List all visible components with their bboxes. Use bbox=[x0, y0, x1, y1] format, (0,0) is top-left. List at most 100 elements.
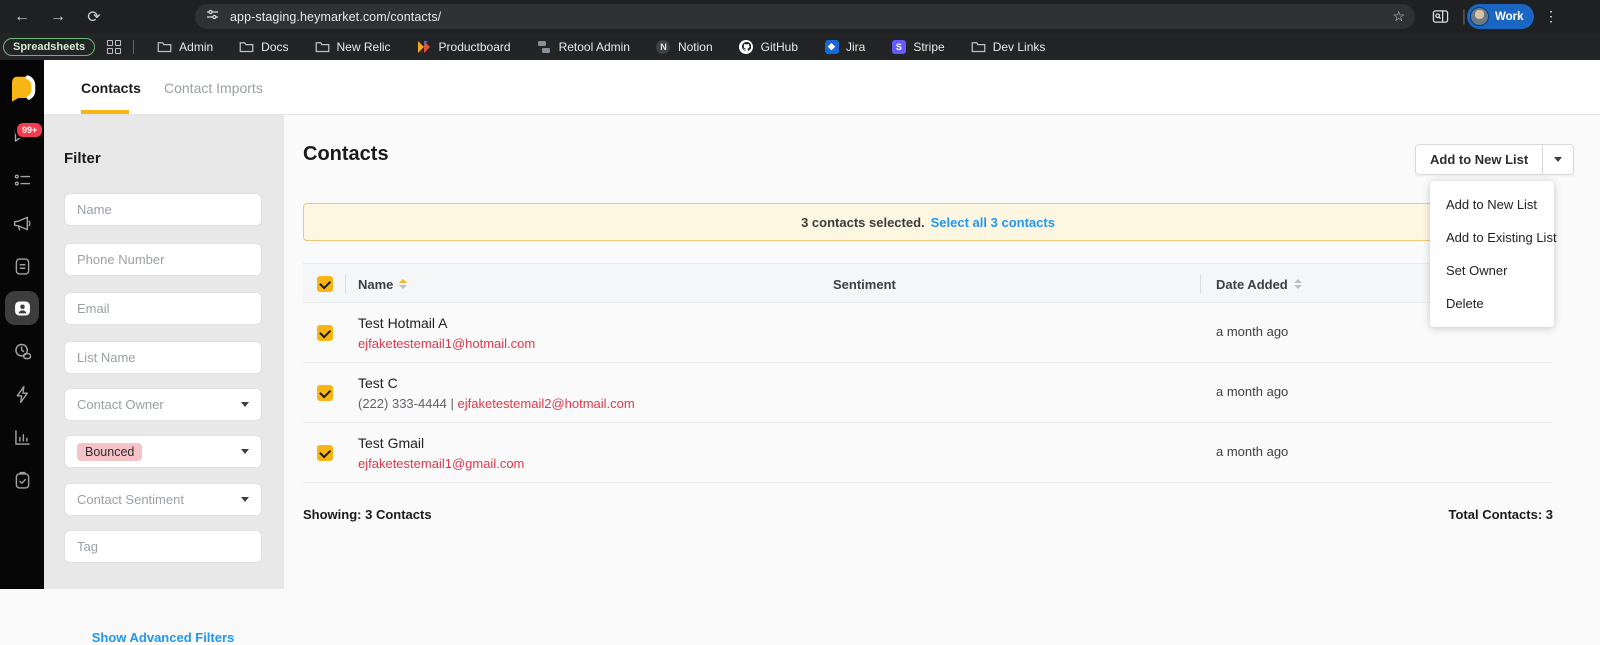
tasks-icon[interactable] bbox=[12, 470, 33, 491]
filter-status-select[interactable]: Bounced bbox=[64, 435, 262, 468]
scheduled-icon[interactable] bbox=[12, 341, 33, 362]
column-date-added[interactable]: Date Added bbox=[1216, 264, 1302, 304]
table-row[interactable]: Test Gmail ejfaketestemail1@gmail.com a … bbox=[303, 423, 1553, 483]
contacts-icon-active[interactable] bbox=[5, 291, 39, 325]
folder-icon bbox=[971, 39, 986, 54]
profile-button[interactable]: Work bbox=[1467, 4, 1534, 29]
select-all-link[interactable]: Select all 3 contacts bbox=[931, 215, 1055, 230]
bookmark-admin[interactable]: Admin bbox=[144, 33, 226, 60]
contact-name[interactable]: Test C bbox=[358, 375, 398, 391]
date-added: a month ago bbox=[1216, 324, 1289, 339]
menu-item-add-to-new-list[interactable]: Add to New List bbox=[1430, 188, 1554, 221]
tab-contacts[interactable]: Contacts bbox=[81, 60, 141, 115]
bookmarks-bar: Spreadsheets Admin Docs New Relic Produc… bbox=[0, 33, 1600, 60]
bookmark-notion[interactable]: N Notion bbox=[643, 33, 726, 60]
row-checkbox[interactable] bbox=[317, 325, 333, 341]
app-sidebar: 99+ bbox=[0, 60, 45, 589]
bookmark-jira[interactable]: ◆ Jira bbox=[811, 33, 878, 60]
column-name[interactable]: Name bbox=[358, 264, 408, 304]
row-checkbox[interactable] bbox=[317, 445, 333, 461]
filter-list-input[interactable] bbox=[64, 341, 262, 374]
contact-name[interactable]: Test Hotmail A bbox=[358, 315, 447, 331]
filter-phone-input[interactable] bbox=[64, 243, 262, 276]
bookmark-retool-admin[interactable]: Retool Admin bbox=[524, 33, 643, 60]
notion-icon: N bbox=[656, 39, 671, 54]
reload-icon[interactable]: ⟳ bbox=[82, 0, 106, 33]
menu-item-set-owner[interactable]: Set Owner bbox=[1430, 254, 1554, 287]
jira-icon: ◆ bbox=[824, 39, 839, 54]
show-advanced-filters-link[interactable]: Show Advanced Filters bbox=[64, 630, 262, 645]
templates-icon[interactable] bbox=[12, 256, 33, 277]
select-all-checkbox[interactable] bbox=[317, 276, 333, 292]
app-header: Contacts Contact Imports bbox=[44, 60, 1600, 115]
avatar bbox=[1470, 7, 1489, 26]
add-to-list-menu: Add to New List Add to Existing List Set… bbox=[1430, 181, 1557, 327]
bookmark-github[interactable]: GitHub bbox=[726, 33, 811, 60]
sort-name-icon[interactable] bbox=[399, 279, 408, 289]
sort-date-icon[interactable] bbox=[1293, 279, 1302, 289]
chevron-down-icon bbox=[241, 402, 249, 407]
menu-item-delete[interactable]: Delete bbox=[1430, 287, 1554, 320]
contact-email[interactable]: ejfaketestemail2@hotmail.com bbox=[458, 396, 635, 411]
add-to-new-list-button[interactable]: Add to New List bbox=[1415, 144, 1544, 175]
filter-sentiment-select[interactable]: Contact Sentiment bbox=[64, 483, 262, 516]
filter-tag-input[interactable] bbox=[64, 530, 262, 563]
retool-icon bbox=[537, 39, 552, 54]
contact-email[interactable]: ejfaketestemail1@hotmail.com bbox=[358, 336, 535, 351]
contact-detail: ejfaketestemail1@hotmail.com bbox=[358, 336, 535, 351]
contact-name[interactable]: Test Gmail bbox=[358, 435, 424, 451]
contact-detail: ejfaketestemail1@gmail.com bbox=[358, 456, 524, 471]
bookmark-dev-links[interactable]: Dev Links bbox=[958, 33, 1059, 60]
main-content: Contacts Add to New List 3 contacts sele… bbox=[284, 115, 1600, 589]
browser-toolbar: ← → ⟳ app-staging.heymarket.com/contacts… bbox=[0, 0, 1600, 33]
bookmark-docs[interactable]: Docs bbox=[226, 33, 301, 60]
showing-count: Showing: 3 Contacts bbox=[303, 507, 432, 522]
filter-email-input[interactable] bbox=[64, 292, 262, 325]
add-to-list-dropdown-toggle[interactable] bbox=[1543, 144, 1575, 175]
tab-group-spreadsheets[interactable]: Spreadsheets bbox=[3, 37, 96, 56]
chevron-down-icon bbox=[241, 449, 249, 454]
column-sentiment: Sentiment bbox=[833, 276, 896, 292]
bookmark-productboard[interactable]: Productboard bbox=[404, 33, 524, 60]
bookmark-stripe[interactable]: S Stripe bbox=[878, 33, 957, 60]
table-row[interactable]: Test C (222) 333-4444 | ejfaketestemail2… bbox=[303, 363, 1553, 423]
bookmark-new-relic[interactable]: New Relic bbox=[302, 33, 404, 60]
productboard-icon bbox=[417, 39, 432, 54]
forward-icon[interactable]: → bbox=[46, 0, 70, 33]
bookmarks-divider bbox=[133, 39, 135, 54]
side-panel-icon[interactable] bbox=[1428, 0, 1452, 33]
profile-label: Work bbox=[1495, 10, 1524, 23]
tab-contact-imports[interactable]: Contact Imports bbox=[164, 60, 263, 115]
filter-name-input[interactable] bbox=[64, 193, 262, 226]
automations-icon[interactable] bbox=[12, 384, 33, 405]
bookmark-star-icon[interactable]: ☆ bbox=[1392, 8, 1405, 25]
campaigns-icon[interactable] bbox=[12, 213, 33, 234]
contacts-table: Name Sentiment Date Added Test Hotmail A… bbox=[303, 263, 1553, 483]
selection-banner: 3 contacts selected. Select all 3 contac… bbox=[303, 203, 1553, 241]
menu-item-add-to-existing-list[interactable]: Add to Existing List bbox=[1430, 221, 1557, 254]
site-settings-icon[interactable] bbox=[205, 7, 220, 27]
folder-icon bbox=[157, 39, 172, 54]
lists-icon[interactable] bbox=[12, 170, 33, 191]
reports-icon[interactable] bbox=[12, 427, 33, 448]
bounced-tag[interactable]: Bounced bbox=[77, 442, 143, 461]
active-tab-underline bbox=[81, 110, 129, 114]
filter-panel: Filter Contact Owner Bounced Contact Sen… bbox=[44, 115, 284, 645]
filter-owner-select[interactable]: Contact Owner bbox=[64, 388, 262, 421]
browser-menu-icon[interactable]: ⋮ bbox=[1544, 0, 1558, 33]
folder-icon bbox=[239, 39, 254, 54]
add-to-new-list-split-button: Add to New List bbox=[1415, 144, 1575, 175]
contact-email[interactable]: ejfaketestemail1@gmail.com bbox=[358, 456, 524, 471]
table-header: Name Sentiment Date Added bbox=[303, 263, 1553, 303]
selection-count-text: 3 contacts selected. bbox=[801, 214, 925, 230]
row-checkbox[interactable] bbox=[317, 385, 333, 401]
url-text[interactable]: app-staging.heymarket.com/contacts/ bbox=[230, 10, 441, 24]
back-icon[interactable]: ← bbox=[10, 0, 34, 33]
chevron-down-icon bbox=[241, 497, 249, 502]
date-added: a month ago bbox=[1216, 444, 1289, 459]
url-bar[interactable]: app-staging.heymarket.com/contacts/ ☆ bbox=[195, 4, 1415, 29]
table-row[interactable]: Test Hotmail A ejfaketestemail1@hotmail.… bbox=[303, 303, 1553, 363]
apps-grid-icon[interactable] bbox=[107, 39, 122, 54]
total-count: Total Contacts: 3 bbox=[1448, 507, 1554, 522]
heymarket-logo[interactable] bbox=[7, 73, 37, 103]
